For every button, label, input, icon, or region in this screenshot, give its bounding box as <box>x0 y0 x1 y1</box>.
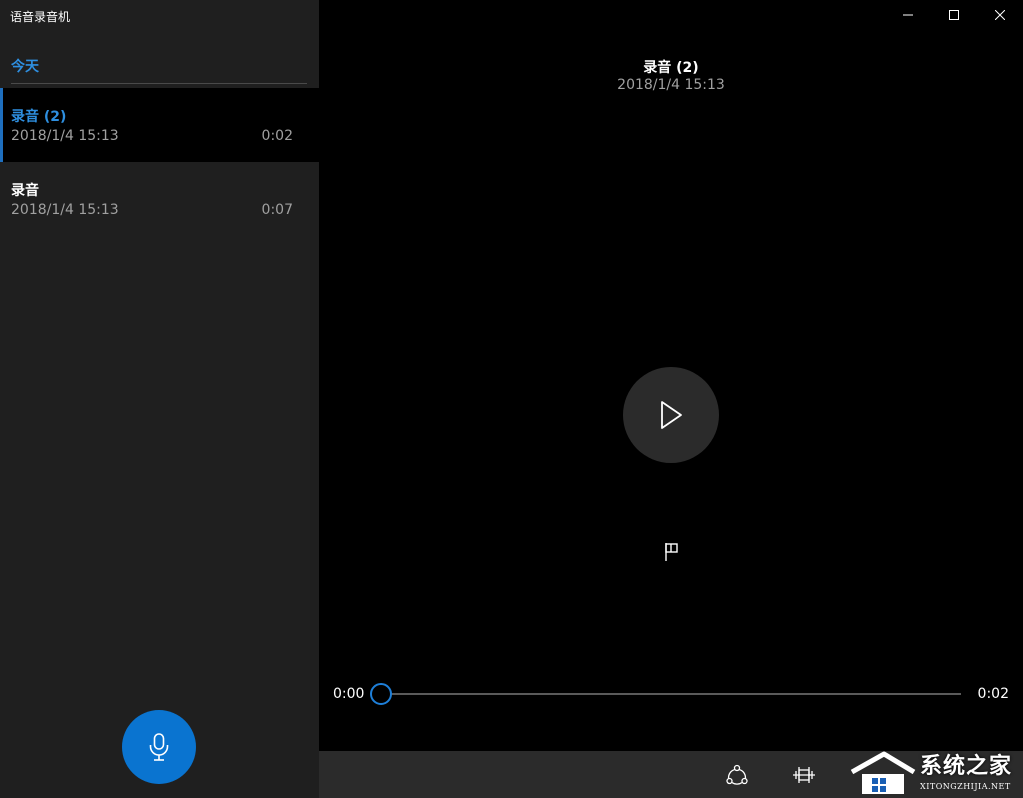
minimize-icon <box>903 14 913 16</box>
voice-recorder-window: 语音录音机 今天 录音 (2) 2018/1/4 15:13 0:02 录音 2… <box>0 0 1023 798</box>
recording-duration: 0:02 <box>261 128 293 144</box>
add-marker-button[interactable] <box>660 540 684 564</box>
trim-button[interactable] <box>791 762 817 788</box>
recording-name: 录音 <box>11 183 39 199</box>
trim-icon <box>793 767 815 783</box>
current-time: 0:00 <box>333 686 365 702</box>
share-button[interactable] <box>724 762 750 788</box>
play-button[interactable] <box>623 367 719 463</box>
recording-item[interactable]: 录音 2018/1/4 15:13 0:07 <box>0 162 319 236</box>
playing-title: 录音 (2) <box>643 60 699 76</box>
recording-duration: 0:07 <box>261 202 293 218</box>
watermark-url: XITONGZHIJIA.NET <box>920 782 1011 791</box>
recording-date: 2018/1/4 15:13 <box>11 128 119 144</box>
seek-thumb[interactable] <box>370 683 392 705</box>
playing-date: 2018/1/4 15:13 <box>617 77 725 93</box>
play-icon <box>661 401 682 429</box>
maximize-button[interactable] <box>931 0 977 30</box>
microphone-icon <box>149 733 169 761</box>
seek-bar[interactable] <box>381 693 961 695</box>
recording-date: 2018/1/4 15:13 <box>11 202 119 218</box>
site-watermark: 系统之家 XITONGZHIJIA.NET <box>848 746 1023 798</box>
recording-name: 录音 (2) <box>11 109 67 125</box>
watermark-text: 系统之家 <box>920 754 1013 779</box>
recordings-pane: 语音录音机 今天 录音 (2) 2018/1/4 15:13 0:02 录音 2… <box>0 0 319 798</box>
recording-item[interactable]: 录音 (2) 2018/1/4 15:13 0:02 <box>0 88 319 162</box>
minimize-button[interactable] <box>885 0 931 30</box>
total-time: 0:02 <box>977 686 1009 702</box>
maximize-icon <box>949 10 959 20</box>
recording-list: 录音 (2) 2018/1/4 15:13 0:02 录音 2018/1/4 1… <box>0 88 319 236</box>
close-icon <box>995 10 1005 20</box>
group-header-today: 今天 <box>11 59 39 75</box>
house-logo-icon <box>850 751 916 794</box>
group-divider <box>11 83 307 84</box>
flag-icon <box>665 543 678 561</box>
record-button[interactable] <box>122 710 196 784</box>
window-controls <box>885 0 1023 30</box>
app-title: 语音录音机 <box>10 10 71 24</box>
close-button[interactable] <box>977 0 1023 30</box>
share-icon <box>726 764 748 785</box>
